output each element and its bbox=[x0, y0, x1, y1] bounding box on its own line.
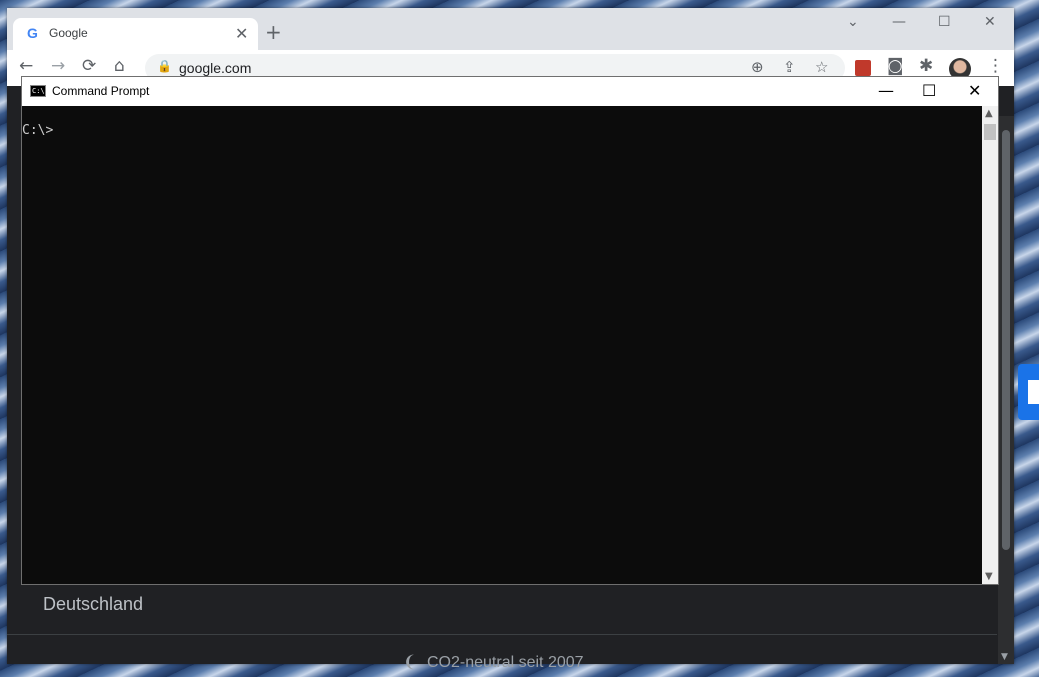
tab-title: Google bbox=[49, 26, 88, 40]
cmd-icon: C:\ bbox=[30, 85, 46, 97]
footer-country: Deutschland bbox=[43, 594, 144, 614]
home-button[interactable]: ⌂ bbox=[114, 56, 125, 76]
cmd-minimize-button[interactable]: — bbox=[878, 81, 894, 100]
reload-button[interactable]: ⟳ bbox=[82, 56, 96, 76]
back-button[interactable]: ← bbox=[19, 56, 33, 76]
page-scrollbar[interactable]: ▼ bbox=[998, 116, 1014, 664]
page-scrollbar-thumb[interactable] bbox=[1002, 130, 1010, 550]
maximize-button[interactable]: ☐ bbox=[938, 14, 951, 30]
cmd-scrollbar-thumb[interactable] bbox=[984, 124, 996, 140]
extensions-puzzle-icon[interactable]: ✱ bbox=[919, 56, 933, 76]
zoom-icon[interactable]: ⊕ bbox=[751, 58, 764, 76]
minimize-button[interactable]: — bbox=[892, 14, 906, 30]
new-tab-button[interactable]: + bbox=[265, 20, 282, 44]
tab-google[interactable]: G Google ✕ bbox=[13, 18, 258, 50]
scroll-down-icon[interactable]: ▼ bbox=[985, 571, 993, 582]
command-prompt-window: C:\ Command Prompt — ☐ ✕ C:\> ▲ ▼ bbox=[21, 76, 999, 585]
close-button[interactable]: ✕ bbox=[984, 14, 996, 30]
url-text[interactable]: google.com bbox=[179, 60, 251, 76]
google-favicon-icon: G bbox=[27, 25, 38, 41]
side-widget[interactable] bbox=[1018, 364, 1039, 420]
co2-neutral-link[interactable]: CO2-neutral seit 2007 bbox=[427, 654, 584, 672]
scroll-up-icon[interactable]: ▲ bbox=[985, 108, 993, 119]
forward-button[interactable]: → bbox=[51, 56, 65, 76]
cmd-close-button[interactable]: ✕ bbox=[968, 81, 981, 100]
tab-search-button[interactable]: ⌄ bbox=[847, 14, 859, 30]
footer-divider bbox=[7, 634, 997, 635]
cmd-scrollbar[interactable]: ▲ ▼ bbox=[982, 106, 998, 584]
page-scroll-down-icon[interactable]: ▼ bbox=[1001, 652, 1008, 662]
leaf-icon: ❨ bbox=[403, 652, 417, 671]
console-prompt: C:\> bbox=[22, 123, 54, 138]
tab-close-icon[interactable]: ✕ bbox=[235, 24, 248, 43]
share-icon[interactable]: ⇪ bbox=[783, 58, 796, 76]
cmd-title: Command Prompt bbox=[52, 84, 150, 98]
console-area[interactable]: C:\> bbox=[22, 106, 982, 584]
lock-icon: 🔒 bbox=[157, 59, 172, 73]
camera-icon[interactable]: ◙ bbox=[887, 56, 904, 76]
extension-icon[interactable] bbox=[855, 60, 871, 76]
tab-strip: G Google ✕ + ⌄ — ☐ ✕ bbox=[7, 8, 1014, 50]
chrome-menu-button[interactable]: ⋮ bbox=[987, 56, 1004, 76]
cmd-titlebar[interactable]: C:\ Command Prompt — ☐ ✕ bbox=[22, 77, 998, 106]
bookmark-star-icon[interactable]: ☆ bbox=[815, 58, 828, 76]
cmd-maximize-button[interactable]: ☐ bbox=[922, 81, 936, 100]
